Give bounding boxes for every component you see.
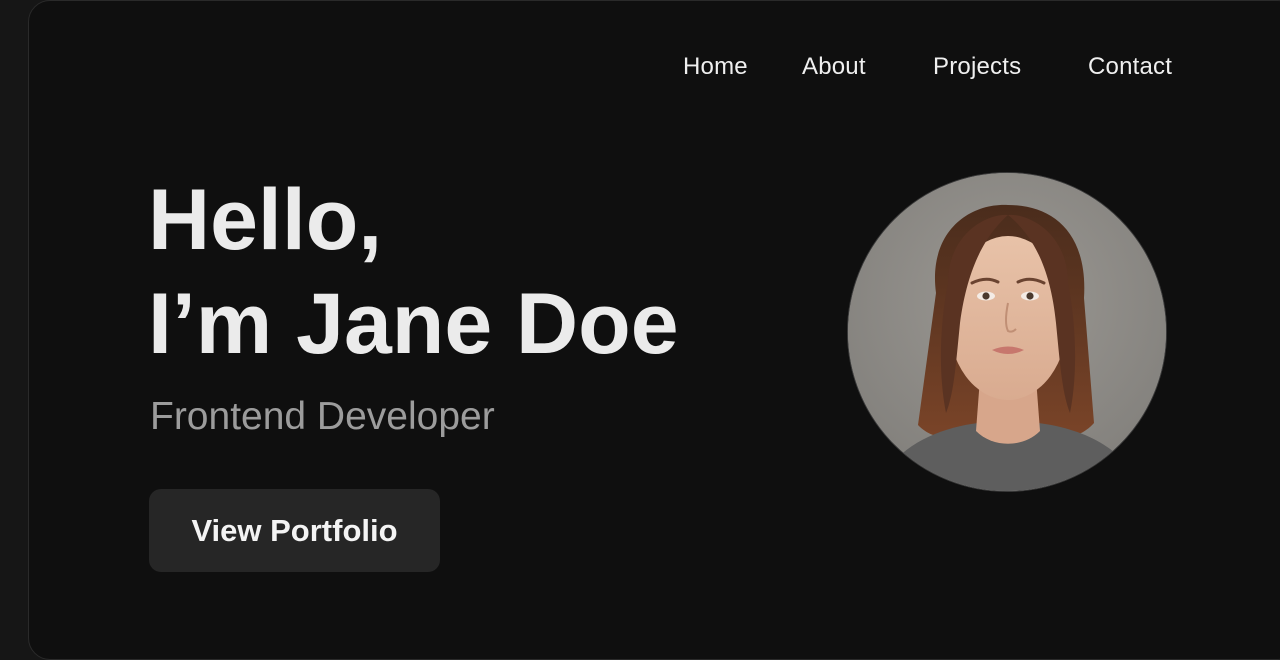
nav-item-home[interactable]: Home bbox=[683, 52, 748, 82]
avatar bbox=[847, 172, 1167, 492]
hero-heading-line-2: I’m Jane Doe bbox=[148, 276, 679, 372]
hero-heading-line-1: Hello, bbox=[148, 172, 383, 268]
nav-item-about[interactable]: About bbox=[802, 52, 866, 82]
portrait-photo bbox=[848, 173, 1166, 491]
hero-heading: Hello, I’m Jane Doe bbox=[148, 168, 679, 376]
view-portfolio-button[interactable]: View Portfolio bbox=[149, 489, 440, 572]
nav-item-projects[interactable]: Projects bbox=[933, 52, 1021, 82]
top-nav: Home About Projects Contact bbox=[0, 52, 1280, 84]
nav-item-contact[interactable]: Contact bbox=[1088, 52, 1172, 82]
hero-subtitle: Frontend Developer bbox=[150, 395, 495, 438]
